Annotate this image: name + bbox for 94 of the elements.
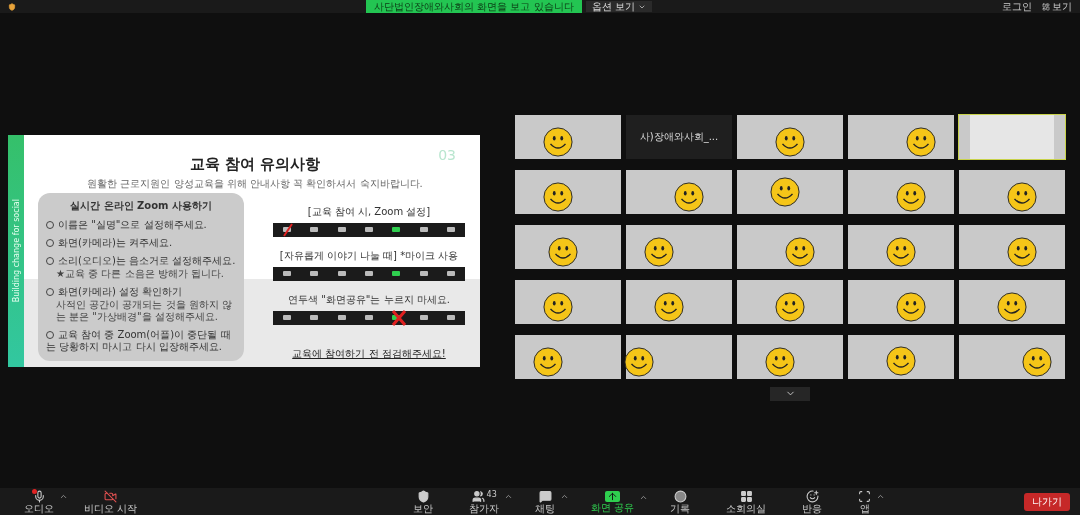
smiley-icon <box>886 345 916 376</box>
layout-icon <box>1042 2 1050 11</box>
page-number: 03 <box>438 146 456 163</box>
toolbar-button[interactable]: 43 참가자 <box>467 489 502 514</box>
card-title: 실시간 온라인 Zoom 사용하기 <box>69 198 213 213</box>
bullet-text: 교육 참여 중 Zoom(어플)이 중단될 때는 당황하지 마시고 다시 입장해주세요. <box>46 328 232 353</box>
video-tile[interactable] <box>959 169 1065 214</box>
smiley-icon <box>896 291 926 322</box>
cross-mark <box>391 308 407 327</box>
video-tile[interactable] <box>515 169 621 214</box>
video-tile[interactable] <box>515 224 621 269</box>
video-tile[interactable] <box>515 334 621 379</box>
video-tile[interactable] <box>737 334 843 379</box>
apps-icon <box>858 489 872 503</box>
smiley-icon <box>543 181 573 212</box>
smiley-icon <box>1022 346 1052 377</box>
video-tile[interactable] <box>737 279 843 324</box>
toolbar-button[interactable]: 채팅 <box>533 489 558 514</box>
slash-mark <box>283 222 293 237</box>
smiley-icon <box>654 291 684 322</box>
slide-title: 교육 참여 유의사항 <box>189 154 321 174</box>
video-tile[interactable] <box>959 334 1065 379</box>
bullet-text: 화면(카메라) 설정 확인하기 <box>46 285 236 298</box>
people-icon <box>471 489 485 503</box>
video-tile[interactable] <box>848 114 954 159</box>
shield-icon <box>416 489 430 503</box>
video-tile[interactable] <box>626 169 732 214</box>
video-off-icon <box>104 489 118 503</box>
smiley-icon <box>543 291 573 322</box>
slide-footer: 교육에 참여하기 전 점검해주세요! <box>292 346 446 361</box>
smiley-icon <box>785 236 815 267</box>
smiley-icon <box>674 181 704 212</box>
smiley-icon <box>1007 181 1037 212</box>
video-tile[interactable] <box>848 169 954 214</box>
toolbar-button[interactable]: 화면 공유 <box>589 490 637 513</box>
toolbar-button[interactable]: 비디오 시작 <box>82 489 140 514</box>
shield-icon <box>8 2 16 11</box>
video-tile[interactable] <box>515 114 621 159</box>
record-icon <box>673 489 687 503</box>
login-button[interactable]: 로그인 <box>1002 0 1032 14</box>
microphone-icon <box>32 489 46 503</box>
toolbar-button[interactable]: 오디오 <box>22 489 56 514</box>
section-caption: [자유롭게 이야기 나눌 때] *마이크 사용 <box>279 248 459 263</box>
video-tile[interactable] <box>959 114 1065 159</box>
video-tile[interactable] <box>848 279 954 324</box>
video-tile[interactable] <box>737 224 843 269</box>
participant-tile[interactable]: 사)장애와사회_... <box>626 114 732 159</box>
side-text: Building change for social <box>11 198 21 303</box>
view-button[interactable]: 보기 <box>1042 0 1072 14</box>
leave-button[interactable]: 나가기 <box>1024 492 1070 511</box>
video-tile[interactable] <box>515 279 621 324</box>
participant-count: 43 <box>486 489 497 500</box>
bullet-text: 화면(카메라)는 켜주세요. <box>46 236 236 249</box>
sharing-banner: 사단법인장애와사회의 화면을 보고 있습니다 <box>366 0 582 13</box>
bullet-text: 이름은 "실명"으로 설정해주세요. <box>46 218 236 231</box>
smiley-icon <box>1007 236 1037 267</box>
bullet-note: ★교육 중 다른 소음은 방해가 됩니다. <box>55 267 226 280</box>
toolbar-button[interactable]: 반응 <box>800 489 825 514</box>
bullet-note: 사적인 공간이 공개되는 것을 원하지 않는 분은 "가상배경"을 설정해주세요. <box>55 298 233 323</box>
smiley-icon <box>543 126 573 157</box>
section-caption: 연두색 "화면공유"는 누르지 마세요. <box>288 292 450 307</box>
smiley-icon <box>775 291 805 322</box>
toolbar-button[interactable]: 소회의실 <box>724 489 769 514</box>
smiley-icon <box>886 236 916 267</box>
smiley-icon <box>548 236 578 267</box>
smiley-icon <box>906 126 936 157</box>
video-tile[interactable] <box>626 334 732 379</box>
view-options-button[interactable]: 옵션 보기 <box>585 1 652 12</box>
bullet-text: 소리(오디오)는 음소거로 설정해주세요. <box>46 254 236 267</box>
video-tile[interactable] <box>626 279 732 324</box>
smiley-icon <box>533 346 563 377</box>
toolbar-button[interactable]: 기록 <box>668 489 693 514</box>
video-tile[interactable] <box>737 114 843 159</box>
participant-name: 사)장애와사회_... <box>639 129 719 144</box>
smiley-icon <box>997 291 1027 322</box>
video-tile[interactable] <box>959 224 1065 269</box>
smiley-icon <box>896 181 926 212</box>
video-tile[interactable] <box>848 334 954 379</box>
section-caption: [교육 참여 시, Zoom 설정] <box>307 204 431 219</box>
smiley-icon <box>624 346 654 377</box>
smiley-icon <box>775 126 805 157</box>
video-tile[interactable] <box>626 224 732 269</box>
slide-subtitle: 원활한 근로지원인 양성교육을 위해 안내사항 꼭 확인하셔서 숙지바랍니다. <box>87 176 423 191</box>
chat-icon <box>538 489 552 503</box>
smiley-plus-icon <box>805 489 819 503</box>
smiley-icon <box>770 176 800 207</box>
grid-icon <box>739 489 753 503</box>
toolbar-button[interactable]: 앱 <box>856 489 874 514</box>
video-tile[interactable] <box>737 169 843 214</box>
toolbar-button[interactable]: 보안 <box>411 489 436 514</box>
smiley-icon <box>644 236 674 267</box>
video-tile[interactable] <box>959 279 1065 324</box>
video-tile[interactable] <box>848 224 954 269</box>
smiley-icon <box>765 346 795 377</box>
